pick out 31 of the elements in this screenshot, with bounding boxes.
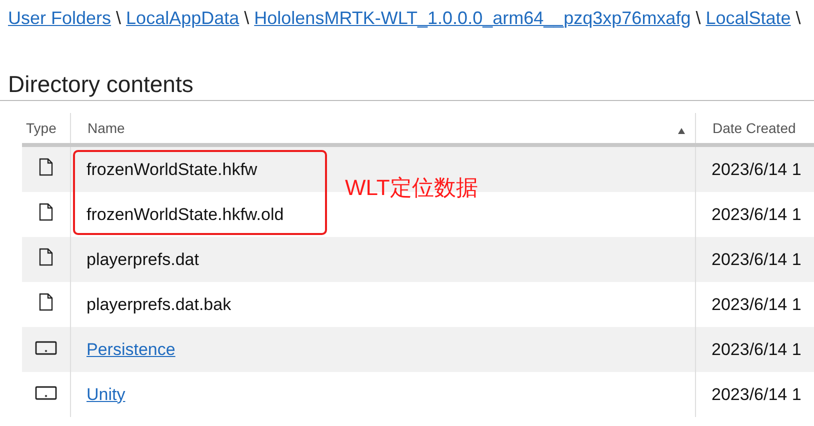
breadcrumb-link[interactable]: HololensMRTK-WLT_1.0.0.0_arm64__pzq3xp76mxafg bbox=[254, 8, 691, 29]
date-created: 2023/6/14 1 bbox=[712, 160, 802, 178]
breadcrumb-link[interactable]: User Folders bbox=[8, 8, 112, 29]
file-name[interactable]: frozenWorldState.hkfw.old bbox=[86, 204, 284, 224]
date-created: 2023/6/14 1 bbox=[712, 204, 802, 224]
file-icon bbox=[38, 158, 53, 176]
file-name[interactable]: playerprefs.dat.bak bbox=[86, 294, 232, 314]
date-created: 2023/6/14 1 bbox=[712, 340, 802, 358]
file-icon bbox=[38, 293, 53, 311]
file-icon bbox=[38, 248, 53, 266]
breadcrumb-separator: \ bbox=[116, 8, 122, 29]
folder-link[interactable]: Unity bbox=[86, 384, 126, 404]
folder-link[interactable]: Persistence bbox=[86, 340, 176, 358]
file-name[interactable]: playerprefs.dat bbox=[86, 250, 199, 268]
folder-icon bbox=[34, 340, 57, 354]
file-icon bbox=[38, 203, 53, 221]
column-header[interactable]: Type bbox=[26, 120, 56, 136]
date-created: 2023/6/14 1 bbox=[712, 294, 802, 314]
date-created: 2023/6/14 1 bbox=[712, 250, 802, 268]
file-name[interactable]: frozenWorldState.hkfw bbox=[86, 160, 258, 178]
breadcrumb-link[interactable]: LocalState bbox=[706, 8, 791, 29]
folder-icon bbox=[34, 386, 57, 400]
breadcrumb-separator: \ bbox=[696, 8, 701, 29]
date-created: 2023/6/14 1 bbox=[712, 384, 802, 404]
column-header[interactable]: Date Created bbox=[712, 120, 796, 136]
breadcrumb-link[interactable]: LocalAppData bbox=[126, 8, 240, 29]
breadcrumb-separator: \ bbox=[796, 8, 801, 29]
column-header[interactable]: Name bbox=[88, 120, 125, 136]
annotation-text: WLT定位数据 bbox=[345, 174, 478, 202]
breadcrumb-separator: \ bbox=[244, 8, 250, 29]
section-heading: Directory contents bbox=[0, 29, 814, 101]
